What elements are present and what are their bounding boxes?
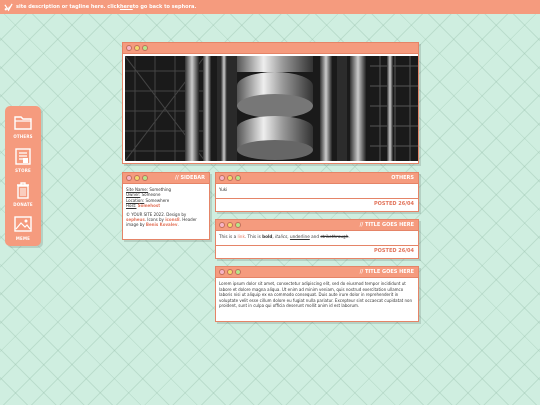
image-icon [14,216,32,232]
maximize-dot-icon[interactable] [235,222,241,228]
nav-label-others: OTHERS [13,134,33,139]
nav-label-donate: DONATE [13,202,33,207]
owner-value: Someone [140,192,161,198]
header-image [125,56,418,161]
credits-text: . [177,222,179,228]
window-controls [126,175,148,181]
credits-text: © YOUR SITE 2022. Design by [126,211,187,217]
post-text: . This is [244,234,263,239]
location-value: Somewhere [144,197,170,203]
maximize-dot-icon[interactable] [142,175,148,181]
host-label: Host: [126,203,137,209]
close-dot-icon[interactable] [126,45,132,51]
document-icon [15,148,31,165]
post-body: Yuki [219,187,228,192]
maximize-dot-icon[interactable] [235,175,241,181]
designer-link[interactable]: sepheus [126,217,145,222]
credits: © YOUR SITE 2022. Design by sepheus. Ico… [126,212,206,228]
maximize-dot-icon[interactable] [235,269,241,275]
host-link[interactable]: Somehost [138,203,160,208]
tagline-text: site description or tagline here. click [16,4,120,10]
post-body: Lorem ipsum dolor sit amet, consectetur … [219,281,413,309]
post-text: This is a [219,234,238,239]
post-link[interactable]: link [237,234,244,239]
top-bar: site description or tagline here. click … [0,0,540,14]
site-name-label: Site Name: [126,187,149,192]
side-nav: OTHERS STORE DONATE MEME [5,106,41,246]
titlebar: // TITLE GOES HERE [216,267,418,278]
post-text: . [348,234,350,239]
post-title: OTHERS [391,175,414,181]
photographer-link[interactable]: Benis Kovalev [146,222,178,227]
nav-item-donate[interactable]: DONATE [5,180,41,207]
minimize-dot-icon[interactable] [134,175,140,181]
owner-label: Owner: [126,192,141,198]
window-controls [219,269,241,275]
window-controls [219,222,241,228]
post-date: POSTED 26/04 [216,198,418,209]
minimize-dot-icon[interactable] [134,45,140,51]
host-row: Host: Somehost [126,203,206,208]
post-window: // TITLE GOES HERE Lorem ipsum dolor sit… [215,266,419,322]
nav-label-store: STORE [15,168,31,173]
post-window: // TITLE GOES HERE This is a link. This … [215,219,419,259]
nav-item-meme[interactable]: MEME [5,214,41,241]
header-window [122,42,419,164]
folder-icon [14,116,32,130]
post-body: This is a link. This is bold, italics, u… [216,231,418,245]
titlebar: OTHERS [216,173,418,184]
post-date: POSTED 26/04 [216,245,418,256]
minimize-dot-icon[interactable] [227,269,233,275]
strikethrough-text: strikethrough [320,234,349,239]
location-label: Location: [126,197,145,203]
maximize-dot-icon[interactable] [142,45,148,51]
close-dot-icon[interactable] [126,175,132,181]
close-dot-icon[interactable] [219,175,225,181]
back-link[interactable]: here [120,4,133,10]
titlebar: // TITLE GOES HERE [216,220,418,231]
trash-icon [17,182,29,199]
nav-label-meme: MEME [15,236,31,241]
bold-text: bold [262,234,273,239]
window-controls [126,45,148,51]
close-dot-icon[interactable] [219,222,225,228]
site-logo-icon [3,2,13,12]
post-window: OTHERS Yuki POSTED 26/04 [215,172,419,212]
tagline-text-end: to go back to sephora. [132,4,197,10]
site-name-value: Something [148,187,172,192]
credits-text: . Icons by [144,216,166,222]
minimize-dot-icon[interactable] [227,222,233,228]
post-title: // TITLE GOES HERE [359,222,414,228]
minimize-dot-icon[interactable] [227,175,233,181]
sidebar-body: Site Name: Something Owner: Someone Loca… [123,184,209,231]
sidebar-title: // SIDEBAR [175,175,205,181]
titlebar: // SIDEBAR [123,173,209,184]
titlebar [123,43,418,54]
nav-item-store[interactable]: STORE [5,146,41,173]
post-title: // TITLE GOES HERE [359,269,414,275]
close-dot-icon[interactable] [219,269,225,275]
window-controls [219,175,241,181]
post-text: and [309,234,321,239]
icons-link[interactable]: icons8 [165,217,180,222]
underline-text: underline [289,234,310,239]
sidebar-window: // SIDEBAR Site Name: Something Owner: S… [122,172,210,240]
nav-item-others[interactable]: OTHERS [5,112,41,139]
italic-text: italics [275,234,288,239]
